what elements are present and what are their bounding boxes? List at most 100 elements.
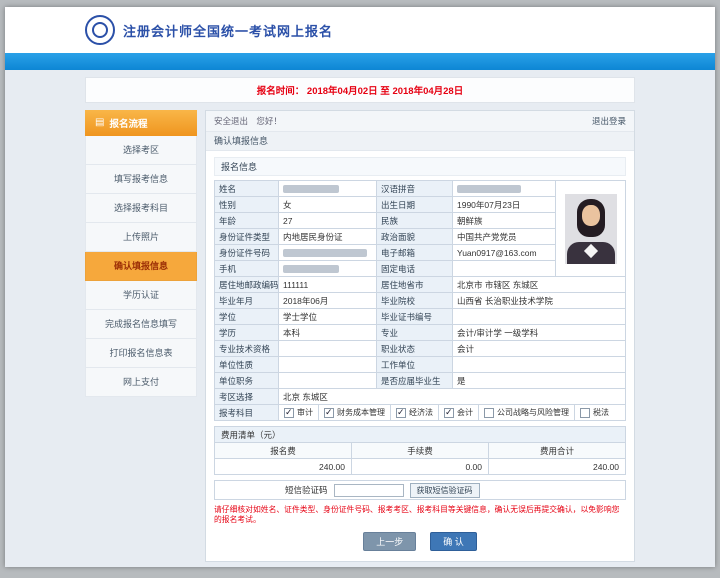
sms-code-label: 短信验证码 bbox=[285, 484, 328, 496]
field-value: 本科 bbox=[279, 325, 377, 341]
sidebar-item-fill-info[interactable]: 填写报考信息 bbox=[85, 165, 197, 194]
subject-label: 税法 bbox=[593, 407, 609, 419]
checkbox-checked-icon[interactable] bbox=[284, 408, 294, 418]
field-label: 单位职务 bbox=[215, 373, 279, 389]
subject-option-accounting[interactable]: 会计 bbox=[439, 405, 479, 420]
field-label: 单位性质 bbox=[215, 357, 279, 373]
fee-value: 240.00 bbox=[215, 459, 352, 475]
main-panel: 安全退出 您好！ 退出登录 确认填报信息 报名信息 姓名 汉语拼音 bbox=[205, 110, 635, 562]
field-label: 是否应届毕业生 bbox=[377, 373, 453, 389]
sidebar-item-confirm-info[interactable]: 确认填报信息 bbox=[85, 252, 197, 281]
field-value: 中国共产党党员 bbox=[453, 229, 556, 245]
sidebar-item-online-payment[interactable]: 网上支付 bbox=[85, 368, 197, 397]
site-header: 注册会计师全国统一考试网上报名 bbox=[5, 7, 715, 53]
redacted-value bbox=[457, 185, 521, 193]
checkbox-unchecked-icon[interactable] bbox=[580, 408, 590, 418]
field-label: 职业状态 bbox=[377, 341, 453, 357]
subject-label: 会计 bbox=[457, 407, 473, 419]
get-sms-code-button[interactable]: 获取短信验证码 bbox=[410, 483, 480, 498]
field-label: 毕业年月 bbox=[215, 293, 279, 309]
sidebar-header: ▤ 报名流程 bbox=[85, 110, 197, 136]
checkbox-unchecked-icon[interactable] bbox=[484, 408, 494, 418]
sms-code-input[interactable] bbox=[334, 484, 404, 497]
sidebar-item-complete-registration[interactable]: 完成报名信息填写 bbox=[85, 310, 197, 339]
subjects-row: 报考科目 审计 财务成本管理 bbox=[215, 405, 626, 421]
redacted-value bbox=[283, 185, 339, 193]
field-value: 北京 东城区 bbox=[279, 389, 626, 405]
field-label: 出生日期 bbox=[377, 197, 453, 213]
field-label: 毕业院校 bbox=[377, 293, 453, 309]
subject-option-audit[interactable]: 审计 bbox=[279, 405, 319, 420]
cicpa-logo-icon bbox=[85, 15, 115, 45]
field-value: 朝鲜族 bbox=[453, 213, 556, 229]
field-value: 是 bbox=[453, 373, 626, 389]
greeting-text: 您好！ bbox=[256, 116, 282, 126]
field-value bbox=[453, 357, 626, 373]
field-value: 学士学位 bbox=[279, 309, 377, 325]
fee-value: 240.00 bbox=[489, 459, 626, 475]
field-label: 汉语拼音 bbox=[377, 181, 453, 197]
field-value bbox=[453, 181, 556, 197]
field-label: 学历 bbox=[215, 325, 279, 341]
field-value bbox=[279, 181, 377, 197]
id-photo-cell bbox=[556, 181, 626, 277]
redacted-value bbox=[283, 249, 367, 257]
field-value: 1990年07月23日 bbox=[453, 197, 556, 213]
field-value bbox=[453, 261, 556, 277]
checkbox-checked-icon[interactable] bbox=[444, 408, 454, 418]
table-row: 单位性质 工作单位 bbox=[215, 357, 626, 373]
table-row: 240.00 0.00 240.00 bbox=[215, 459, 626, 475]
subject-label: 经济法 bbox=[409, 407, 433, 419]
site-title: 注册会计师全国统一考试网上报名 bbox=[123, 21, 333, 40]
photo-face bbox=[582, 205, 600, 226]
field-value: 2018年06月 bbox=[279, 293, 377, 309]
redacted-value bbox=[283, 265, 339, 273]
field-value bbox=[279, 357, 377, 373]
id-photo bbox=[565, 194, 617, 264]
sidebar-item-education-verify[interactable]: 学历认证 bbox=[85, 281, 197, 310]
table-row: 学位 学士学位 毕业证书编号 bbox=[215, 309, 626, 325]
registration-period-banner: 报名时间： 2018年04月02日 至 2018年04月28日 bbox=[85, 77, 635, 103]
warning-text: 请仔细核对如姓名、证件类型、身份证件号码、报考考区、报考科目等关键信息，确认无误… bbox=[214, 500, 626, 527]
field-label: 政治面貌 bbox=[377, 229, 453, 245]
fee-column-header: 报名费 bbox=[215, 443, 352, 459]
field-label: 固定电话 bbox=[377, 261, 453, 277]
subject-option-tax-law[interactable]: 税法 bbox=[575, 405, 614, 420]
subject-option-financial-cost[interactable]: 财务成本管理 bbox=[319, 405, 391, 420]
logout-link[interactable]: 退出登录 bbox=[592, 115, 626, 127]
table-row: 报名费 手续费 费用合计 bbox=[215, 443, 626, 459]
section-title: 报名信息 bbox=[214, 157, 626, 176]
field-value: 北京市 市辖区 东城区 bbox=[453, 277, 626, 293]
field-label: 电子邮箱 bbox=[377, 245, 453, 261]
field-label: 报考科目 bbox=[215, 405, 279, 421]
previous-step-button[interactable]: 上一步 bbox=[363, 532, 416, 551]
checkbox-checked-icon[interactable] bbox=[324, 408, 334, 418]
table-row: 考区选择 北京 东城区 bbox=[215, 389, 626, 405]
confirm-button[interactable]: 确 认 bbox=[430, 532, 477, 551]
field-value bbox=[453, 309, 626, 325]
fee-column-header: 费用合计 bbox=[489, 443, 626, 459]
field-value bbox=[279, 341, 377, 357]
field-label: 身份证件类型 bbox=[215, 229, 279, 245]
field-value bbox=[279, 261, 377, 277]
table-row: 费用清单（元） bbox=[215, 427, 626, 443]
checkbox-checked-icon[interactable] bbox=[396, 408, 406, 418]
field-value bbox=[279, 373, 377, 389]
safe-exit-link[interactable]: 安全退出 bbox=[214, 116, 248, 126]
list-icon: ▤ bbox=[95, 118, 104, 128]
sidebar-item-upload-photo[interactable]: 上传照片 bbox=[85, 223, 197, 252]
field-label: 考区选择 bbox=[215, 389, 279, 405]
subject-option-strategy-risk[interactable]: 公司战略与风险管理 bbox=[479, 405, 575, 420]
sidebar-item-print-form[interactable]: 打印报名信息表 bbox=[85, 339, 197, 368]
field-value: 会计/审计学 一级学科 bbox=[453, 325, 626, 341]
sidebar-item-select-region[interactable]: 选择考区 bbox=[85, 136, 197, 165]
field-label: 民族 bbox=[377, 213, 453, 229]
field-value: 27 bbox=[279, 213, 377, 229]
field-label: 专业技术资格 bbox=[215, 341, 279, 357]
sidebar-item-select-subjects[interactable]: 选择报考科目 bbox=[85, 194, 197, 223]
table-row: 毕业年月 2018年06月 毕业院校 山西省 长治职业技术学院 bbox=[215, 293, 626, 309]
registration-info-table: 姓名 汉语拼音 bbox=[214, 180, 626, 421]
table-row: 学历 本科 专业 会计/审计学 一级学科 bbox=[215, 325, 626, 341]
subject-label: 公司战略与风险管理 bbox=[497, 407, 569, 419]
subject-option-economic-law[interactable]: 经济法 bbox=[391, 405, 439, 420]
